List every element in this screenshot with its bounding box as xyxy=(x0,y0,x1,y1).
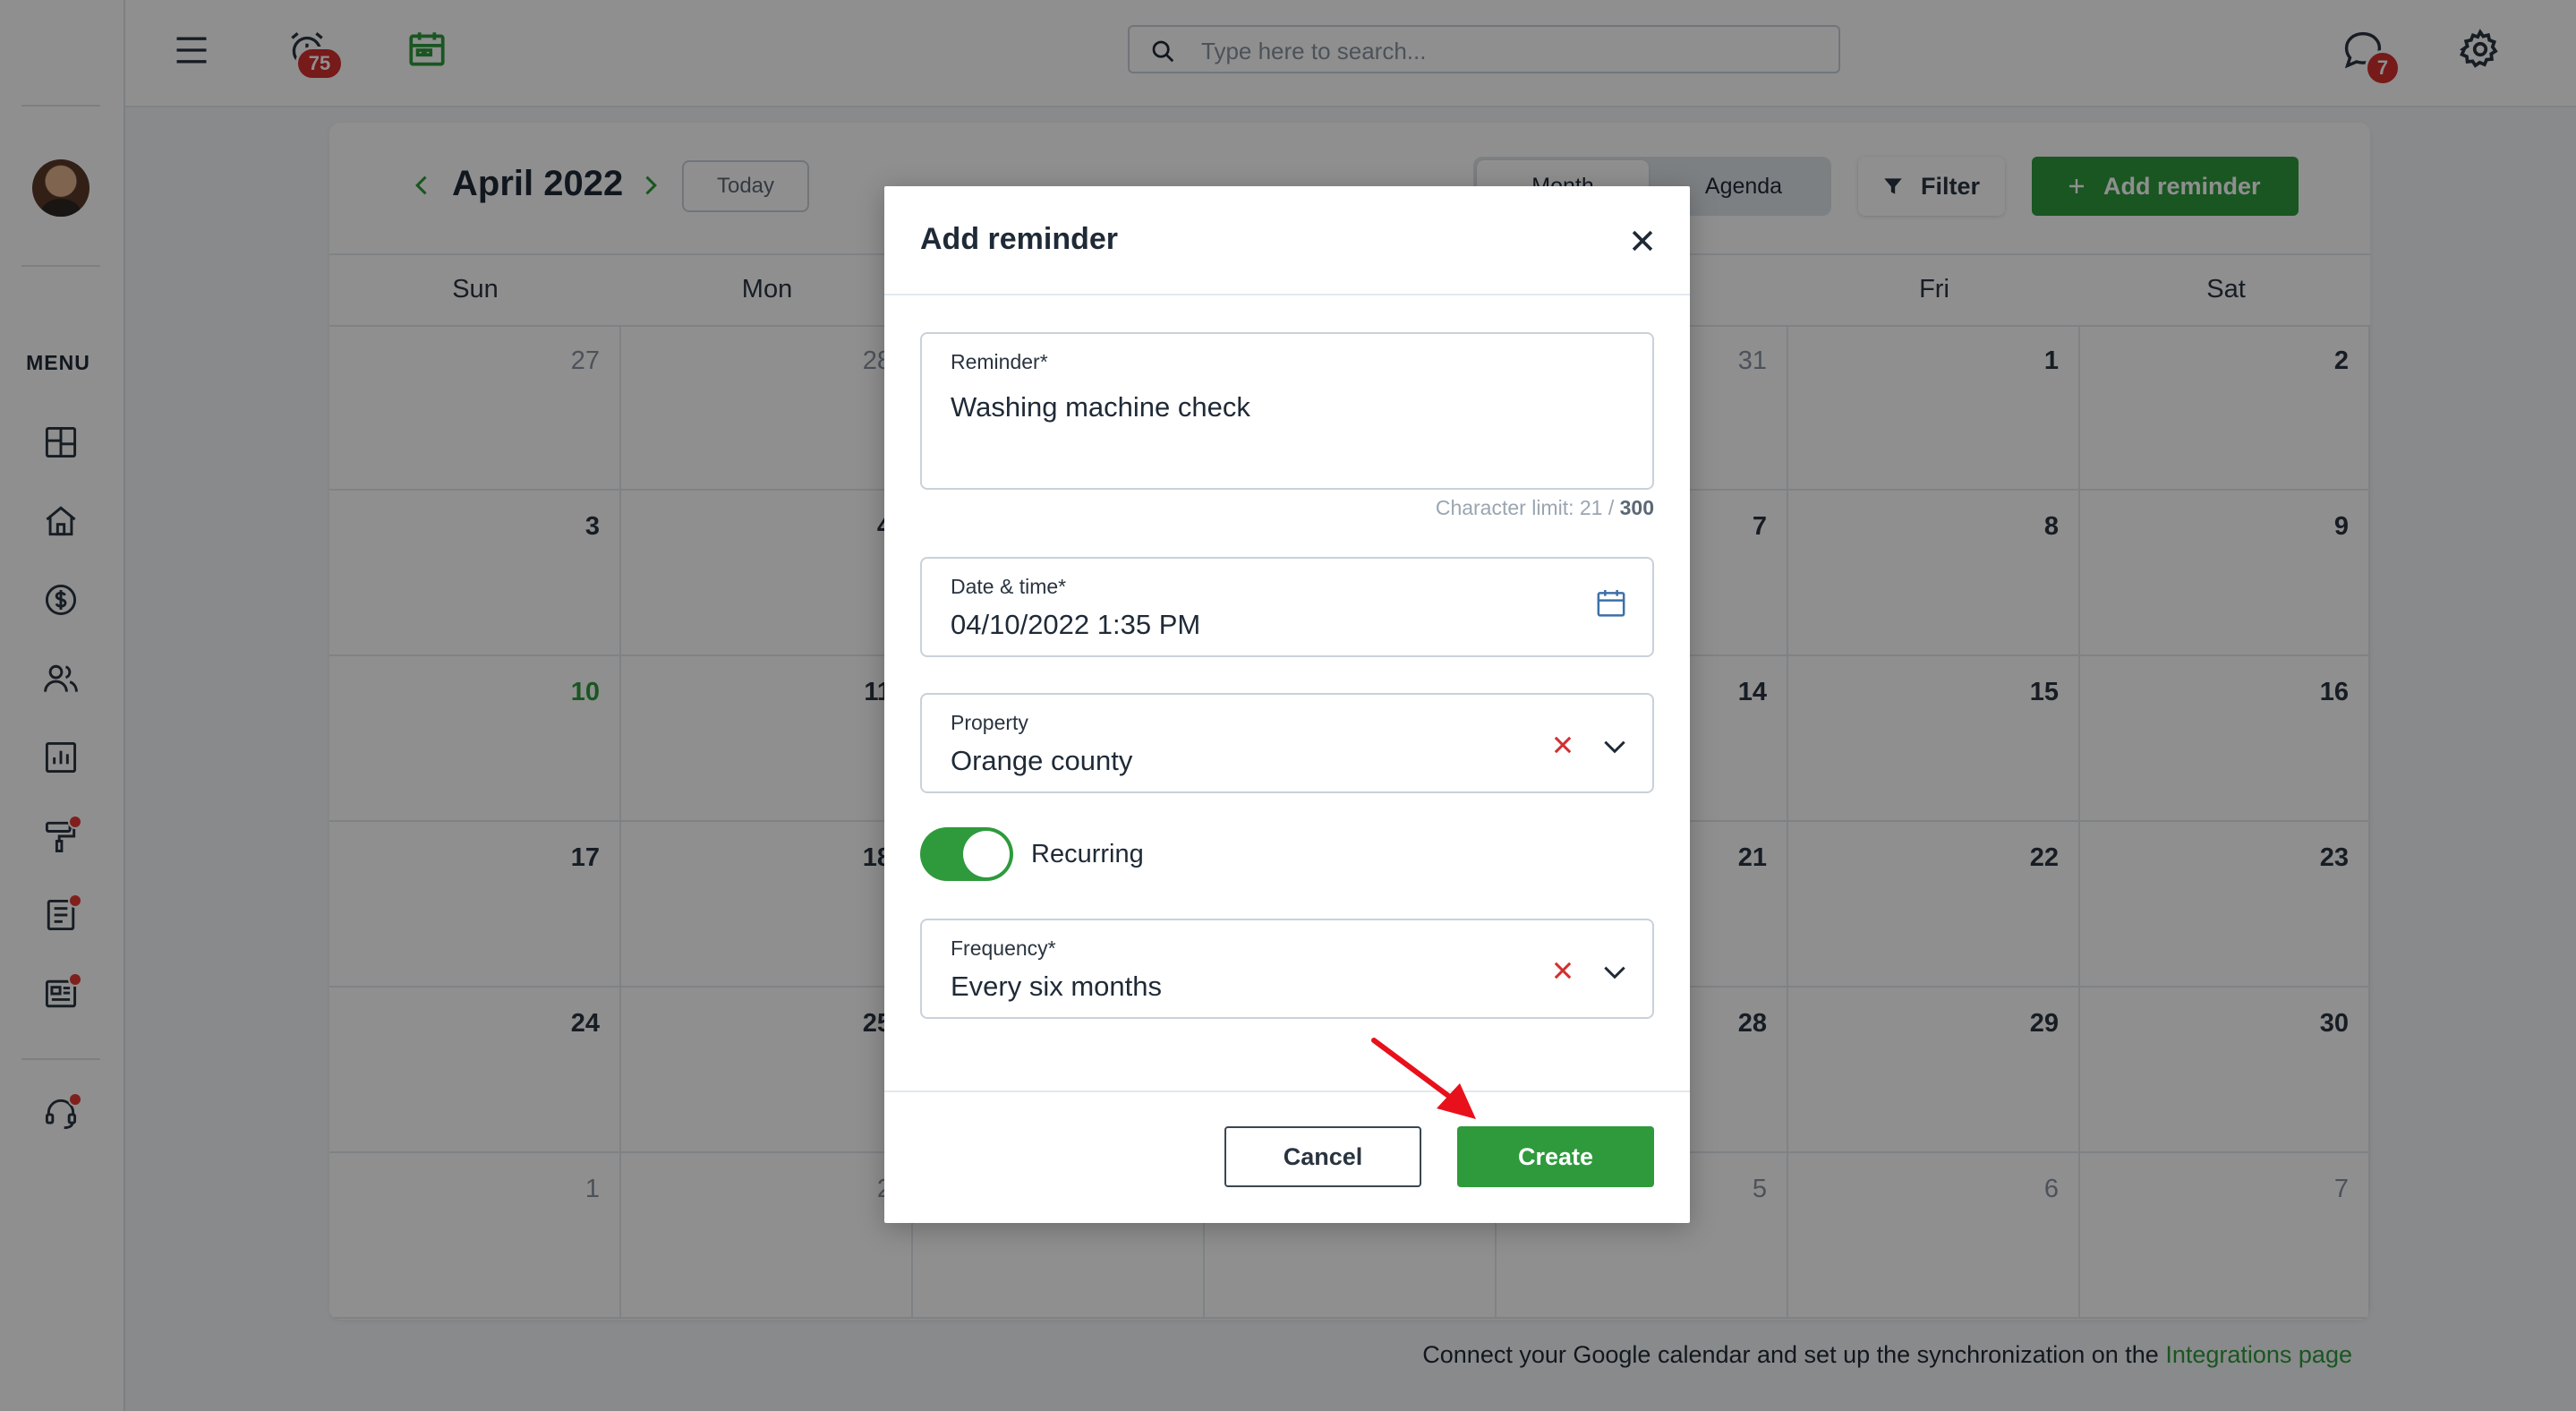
cancel-button[interactable]: Cancel xyxy=(1224,1126,1421,1187)
character-limit-max: 300 xyxy=(1619,496,1654,519)
annotation-arrow-icon xyxy=(1365,1033,1481,1123)
close-icon[interactable] xyxy=(1627,226,1658,256)
calendar-picker-icon[interactable] xyxy=(1593,586,1629,621)
frequency-value: Every six months xyxy=(951,971,1163,1002)
dialog-footer-divider xyxy=(884,1090,1690,1092)
dialog-header: Add reminder xyxy=(884,186,1690,295)
property-select[interactable]: Property Orange county xyxy=(920,693,1654,793)
character-limit-text: Character limit: 21 / xyxy=(1435,496,1620,519)
frequency-select[interactable]: Frequency* Every six months xyxy=(920,919,1654,1019)
frequency-chevron-down-icon[interactable] xyxy=(1600,958,1629,987)
reminder-textarea[interactable]: Reminder* Washing machine check xyxy=(920,332,1654,490)
create-button[interactable]: Create xyxy=(1457,1126,1654,1187)
property-chevron-down-icon[interactable] xyxy=(1600,732,1629,761)
datetime-value: 04/10/2022 1:35 PM xyxy=(951,609,1201,640)
reminder-value: Washing machine check xyxy=(951,391,1250,423)
property-label: Property xyxy=(951,711,1028,734)
property-clear-x-icon[interactable] xyxy=(1550,732,1575,757)
datetime-label: Date & time* xyxy=(951,575,1067,598)
frequency-clear-x-icon[interactable] xyxy=(1550,958,1575,983)
character-limit: Character limit: 21 / 300 xyxy=(1436,496,1654,520)
datetime-field[interactable]: Date & time* 04/10/2022 1:35 PM xyxy=(920,557,1654,657)
property-value: Orange county xyxy=(951,745,1133,776)
recurring-toggle[interactable] xyxy=(920,827,1013,881)
recurring-label: Recurring xyxy=(1031,840,1144,868)
reminder-label: Reminder* xyxy=(951,350,1048,373)
dialog-title: Add reminder xyxy=(920,222,1119,256)
add-reminder-dialog: Add reminder Reminder* Washing machine c… xyxy=(884,186,1690,1223)
toggle-knob xyxy=(963,831,1010,877)
frequency-label: Frequency* xyxy=(951,936,1056,960)
